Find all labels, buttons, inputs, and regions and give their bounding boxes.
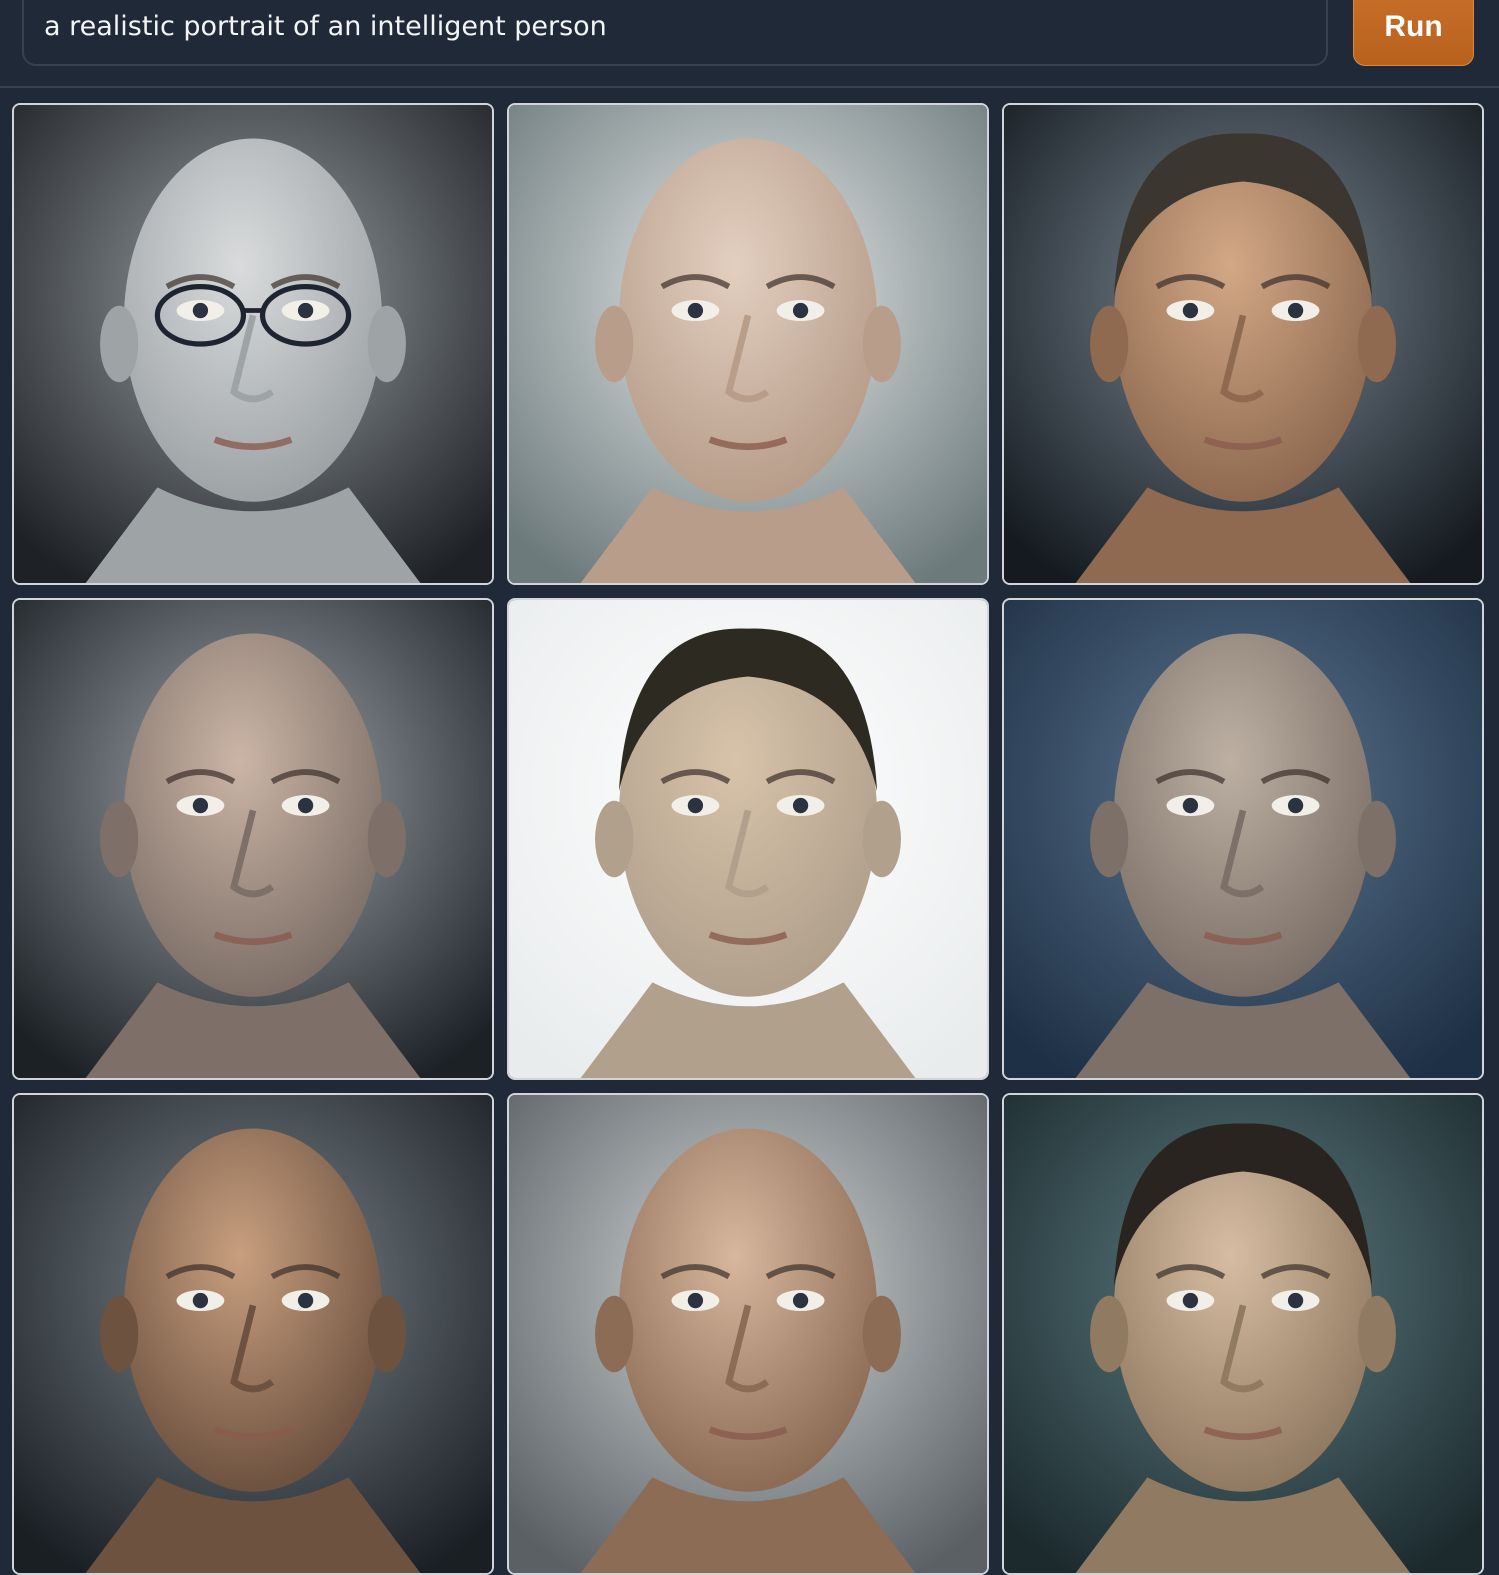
portrait-image [509,1095,987,1573]
gallery-image-9[interactable] [1002,1093,1484,1575]
portrait-image [1004,105,1482,583]
gallery-image-5[interactable] [507,598,989,1080]
gallery-image-4[interactable] [12,598,494,1080]
gallery-image-8[interactable] [507,1093,989,1575]
gallery-image-6[interactable] [1002,598,1484,1080]
portrait-image [509,105,987,583]
prompt-input[interactable]: a realistic portrait of an intelligent p… [22,0,1328,66]
portrait-image [14,1095,492,1573]
top-bar: a realistic portrait of an intelligent p… [0,0,1499,88]
portrait-image [509,600,987,1078]
image-gallery [12,103,1484,1575]
portrait-image [14,600,492,1078]
portrait-image [14,105,492,583]
gallery-image-7[interactable] [12,1093,494,1575]
gallery-image-1[interactable] [12,103,494,585]
gallery-image-3[interactable] [1002,103,1484,585]
portrait-image [1004,600,1482,1078]
gallery-image-2[interactable] [507,103,989,585]
run-button[interactable]: Run [1353,0,1474,66]
portrait-image [1004,1095,1482,1573]
